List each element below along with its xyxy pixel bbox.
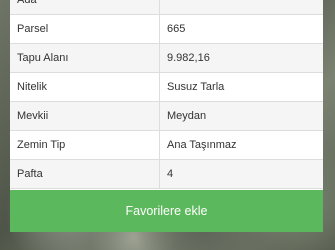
row-value: 9.982,16 — [159, 43, 323, 73]
row-value: Susuz Tarla — [159, 72, 323, 102]
table-row-zemin-tip: Zemin Tip Ana Taşınmaz — [10, 130, 323, 160]
row-value: Meydan — [159, 101, 323, 131]
row-label: Parsel — [10, 14, 160, 44]
parcel-info-table: Ada Parsel 665 Tapu Alanı 9.982,16 Nitel… — [10, 0, 323, 189]
add-to-favorites-button[interactable]: Favorilere ekle — [10, 190, 323, 232]
table-row-tapu-alani: Tapu Alanı 9.982,16 — [10, 43, 323, 73]
row-value: 665 — [159, 14, 323, 44]
row-label: Pafta — [10, 159, 160, 189]
row-label: Mevkii — [10, 101, 160, 131]
row-label: Ada — [10, 0, 160, 15]
parcel-info-panel: Ada Parsel 665 Tapu Alanı 9.982,16 Nitel… — [10, 0, 323, 190]
row-value: Ana Taşınmaz — [159, 130, 323, 160]
row-label: Nitelik — [10, 72, 160, 102]
table-row-nitelik: Nitelik Susuz Tarla — [10, 72, 323, 102]
table-row-pafta: Pafta 4 — [10, 159, 323, 189]
row-value — [159, 0, 323, 15]
row-value: 4 — [159, 159, 323, 189]
table-row-mevkii: Mevkii Meydan — [10, 101, 323, 131]
table-row-ada: Ada — [10, 0, 323, 15]
row-label: Tapu Alanı — [10, 43, 160, 73]
row-label: Zemin Tip — [10, 130, 160, 160]
table-row-parsel: Parsel 665 — [10, 14, 323, 44]
